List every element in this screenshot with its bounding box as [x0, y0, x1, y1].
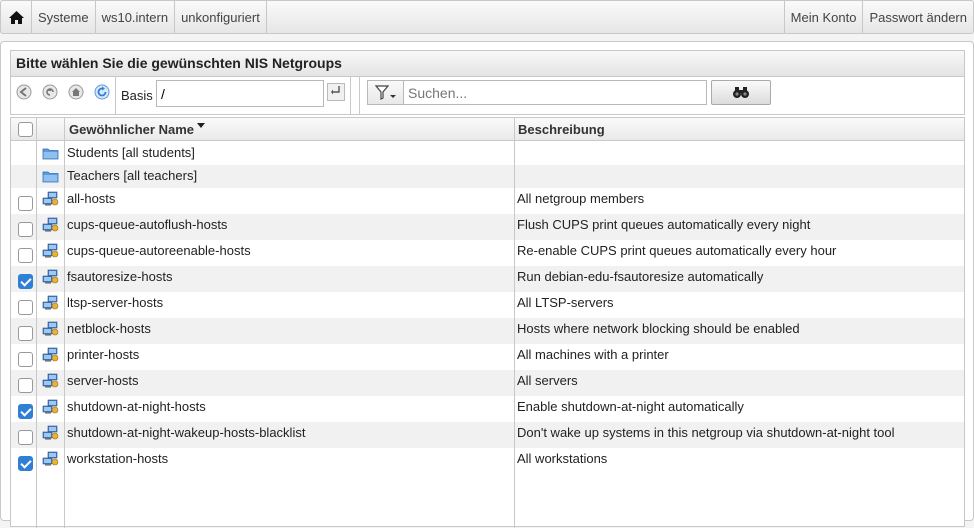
netgroup-icon: [42, 372, 59, 389]
row-description: All servers: [517, 373, 578, 388]
forward-icon[interactable]: [42, 84, 58, 100]
breadcrumb-host[interactable]: ws10.intern: [96, 1, 176, 33]
basis-label: Basis: [121, 88, 153, 103]
row-description: Re-enable CUPS print queues automaticall…: [517, 243, 837, 258]
top-navigation-bar: Systeme ws10.intern unkonfiguriert Mein …: [0, 0, 974, 34]
table-row[interactable]: shutdown-at-night-wakeup-hosts-blacklist…: [11, 422, 964, 448]
panel-title: Bitte wählen Sie die gewünschten NIS Net…: [10, 50, 965, 77]
netgroup-icon: [42, 398, 59, 415]
row-name[interactable]: Students [all students]: [67, 145, 195, 160]
refresh-icon[interactable]: [94, 84, 110, 100]
table-row[interactable]: shutdown-at-night-hosts Enable shutdown-a…: [11, 396, 964, 422]
row-description: All machines with a printer: [517, 347, 669, 362]
row-checkbox[interactable]: [18, 325, 33, 341]
row-description: All workstations: [517, 451, 608, 466]
netgroup-icon: [42, 268, 59, 285]
table-row[interactable]: ltsp-server-hosts All LTSP-servers: [11, 292, 964, 318]
home-icon: [8, 10, 24, 24]
netgroup-icon: [42, 216, 59, 233]
enter-icon: [331, 86, 340, 95]
table-header: Gewöhnlicher Name Beschreibung: [11, 118, 964, 141]
filter-button[interactable]: [367, 80, 403, 105]
table-row[interactable]: Teachers [all teachers]: [11, 165, 964, 188]
table-row[interactable]: server-hosts All servers: [11, 370, 964, 396]
select-all-checkbox[interactable]: [18, 122, 33, 137]
back-icon[interactable]: [16, 84, 32, 100]
folder-icon: [42, 145, 59, 162]
table-row[interactable]: fsautoresize-hosts Run debian-edu-fsautor…: [11, 266, 964, 292]
table-row[interactable]: netblock-hosts Hosts where network blocki…: [11, 318, 964, 344]
selection-panel: Bitte wählen Sie die gewünschten NIS Net…: [0, 41, 974, 528]
column-divider: [36, 118, 37, 528]
row-name: fsautoresize-hosts: [67, 269, 173, 284]
row-checkbox[interactable]: [18, 403, 33, 419]
column-divider: [64, 118, 65, 528]
row-checkbox[interactable]: [18, 351, 33, 367]
table-row[interactable]: workstation-hosts All workstations: [11, 448, 964, 474]
row-description: Hosts where network blocking should be e…: [517, 321, 800, 336]
column-divider: [514, 118, 515, 528]
column-header-name[interactable]: Gewöhnlicher Name: [69, 122, 205, 137]
row-checkbox[interactable]: [18, 429, 33, 445]
topbar-spacer: [267, 1, 785, 33]
row-name: shutdown-at-night-hosts: [67, 399, 206, 414]
toolbar-separator: [350, 77, 351, 114]
row-description: Don't wake up systems in this netgroup v…: [517, 425, 895, 440]
table-row[interactable]: cups-queue-autoflush-hosts Flush CUPS pri…: [11, 214, 964, 240]
sort-desc-icon: [196, 123, 205, 128]
folder-icon: [42, 168, 59, 185]
row-name: cups-queue-autoflush-hosts: [67, 217, 228, 232]
row-description: Run debian-edu-fsautoresize automaticall…: [517, 269, 764, 284]
row-description: All netgroup members: [517, 191, 645, 206]
binoculars-icon: [733, 87, 749, 98]
column-header-name-label: Gewöhnlicher Name: [69, 122, 194, 137]
row-name: netblock-hosts: [67, 321, 151, 336]
row-checkbox[interactable]: [18, 455, 33, 471]
breadcrumb-status[interactable]: unkonfiguriert: [175, 1, 267, 33]
change-password-link[interactable]: Passwort ändern: [862, 1, 973, 33]
row-name: cups-queue-autoreenable-hosts: [67, 243, 251, 258]
row-name: ltsp-server-hosts: [67, 295, 164, 310]
breadcrumb-systeme[interactable]: Systeme: [32, 1, 96, 33]
table-row[interactable]: all-hosts All netgroup members: [11, 188, 964, 214]
row-description: All LTSP-servers: [517, 295, 614, 310]
netgroup-icon: [42, 242, 59, 259]
row-name: all-hosts: [67, 191, 116, 206]
row-checkbox[interactable]: [18, 247, 33, 263]
row-description: Flush CUPS print queues automatically ev…: [517, 217, 811, 232]
netgroup-icon: [42, 190, 59, 207]
basis-submit-button[interactable]: [327, 83, 345, 101]
row-description: Enable shutdown-at-night automatically: [517, 399, 744, 414]
home-button[interactable]: [1, 1, 32, 33]
row-checkbox[interactable]: [18, 221, 33, 237]
netgroup-icon: [42, 320, 59, 337]
filter-icon: [374, 85, 396, 100]
root-icon[interactable]: [68, 84, 84, 100]
row-checkbox[interactable]: [18, 299, 33, 315]
table-row[interactable]: printer-hosts All machines with a printer: [11, 344, 964, 370]
row-checkbox[interactable]: [18, 195, 33, 211]
row-name: shutdown-at-night-wakeup-hosts-blacklist: [67, 425, 306, 440]
row-name: printer-hosts: [67, 347, 140, 362]
toolbar-separator: [359, 77, 360, 114]
toolbar: Basis: [10, 77, 965, 115]
column-header-description[interactable]: Beschreibung: [518, 122, 605, 137]
my-account-link[interactable]: Mein Konto: [785, 1, 863, 33]
row-checkbox[interactable]: [18, 273, 33, 289]
search-button[interactable]: [711, 80, 771, 105]
netgroup-table: Gewöhnlicher Name Beschreibung Students …: [10, 117, 965, 528]
basis-input[interactable]: [156, 80, 324, 107]
netgroup-icon: [42, 294, 59, 311]
netgroup-icon: [42, 424, 59, 441]
table-row[interactable]: cups-queue-autoreenable-hosts Re-enable C…: [11, 240, 964, 266]
netgroup-icon: [42, 346, 59, 363]
row-checkbox[interactable]: [18, 377, 33, 393]
row-name: workstation-hosts: [67, 451, 169, 466]
table-row[interactable]: Students [all students]: [11, 142, 964, 165]
row-name[interactable]: Teachers [all teachers]: [67, 168, 197, 183]
row-name: server-hosts: [67, 373, 139, 388]
toolbar-separator: [115, 77, 116, 114]
search-input[interactable]: [403, 80, 707, 105]
netgroup-icon: [42, 450, 59, 467]
